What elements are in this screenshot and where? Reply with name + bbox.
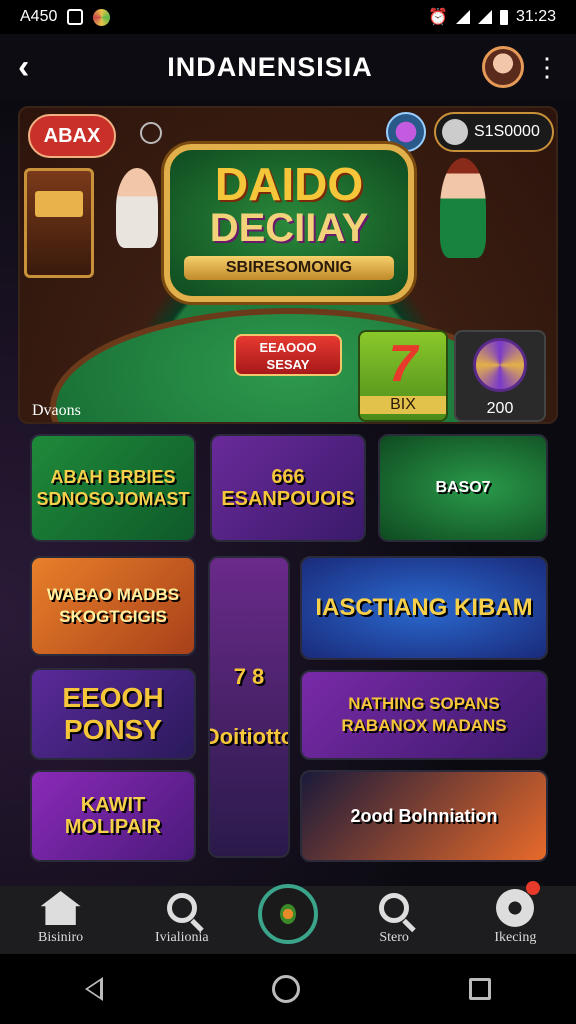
nav-item-search[interactable]: Ivialionia xyxy=(127,886,237,946)
lucky-seven-tile[interactable]: 7 BIX xyxy=(358,330,448,422)
nav-label: Bisiniro xyxy=(38,930,84,945)
user-icon xyxy=(442,119,468,145)
battery-icon xyxy=(499,9,508,25)
status-time: 31:23 xyxy=(515,8,556,25)
notification-icon xyxy=(67,9,84,25)
center-action-icon xyxy=(280,904,296,924)
game-card-title: IASCTIANG KIBAM xyxy=(315,594,533,621)
nav-label: Ikecing xyxy=(494,930,537,945)
nav-item-settings[interactable]: Ikecing xyxy=(460,881,570,946)
tile-label: 200 xyxy=(486,400,514,417)
roulette-wheel-icon xyxy=(473,338,527,392)
status-bar: A450 ⏰ 31:23 xyxy=(0,0,576,34)
game-card[interactable]: BASO7 xyxy=(378,434,548,542)
search-icon xyxy=(166,893,197,923)
game-card[interactable]: 7 8 Doitiotto xyxy=(208,556,290,858)
recents-icon[interactable] xyxy=(469,978,492,1000)
gear-icon xyxy=(496,881,541,927)
game-card-title: 2ood Bolnniation xyxy=(350,806,498,826)
logo-line-1: DAIDO xyxy=(214,158,364,210)
logo-line-2: DECIIAY xyxy=(209,206,369,250)
game-card[interactable]: 2ood Bolnniation xyxy=(300,770,548,862)
play-button-label: EEAOOO xyxy=(259,340,317,355)
balance-pill[interactable]: S1S0000 xyxy=(434,112,554,152)
game-card[interactable]: IASCTIANG KIBAM xyxy=(300,556,548,660)
game-card[interactable]: EEOOH PONSY xyxy=(30,668,196,760)
game-card-title: BASO7 xyxy=(435,479,491,496)
play-button-sublabel: SESAY xyxy=(266,357,310,372)
balance-value: S1S0000 xyxy=(474,123,540,140)
center-action-button[interactable] xyxy=(258,884,318,944)
dealer-image xyxy=(440,158,486,258)
app-screen: A450 ⏰ 31:23 ‹ INDANENSISIA ⋮ ABAX S1S00… xyxy=(0,0,576,1024)
game-card[interactable]: WABAO MADBS SKOGTGIGIS xyxy=(30,556,196,656)
seven-icon: 7 xyxy=(388,335,418,393)
search-icon xyxy=(379,893,410,923)
nav-item-home[interactable]: Bisiniro xyxy=(6,886,116,946)
back-arrow-icon[interactable]: ‹ xyxy=(18,50,58,84)
avatar[interactable] xyxy=(482,46,524,88)
game-logo: DAIDO DECIIAY SBIRESOMONIG xyxy=(164,144,414,302)
tile-label: BIX xyxy=(360,396,446,414)
wifi-icon xyxy=(455,10,470,24)
home-circle-icon[interactable] xyxy=(271,975,300,1003)
roulette-tile[interactable]: 200 xyxy=(454,330,546,422)
nav-item-store[interactable]: Stero xyxy=(339,886,449,946)
slot-machine-image xyxy=(24,168,94,278)
home-icon xyxy=(40,891,81,925)
game-card[interactable]: KAWIT MOLIPAIR xyxy=(30,770,196,862)
app-bar: ‹ INDANENSISIA ⋮ xyxy=(0,34,576,100)
game-card-title: 7 8 Doitiotto xyxy=(208,664,290,749)
game-card[interactable]: 666 ESANPOUOIS xyxy=(210,434,366,542)
clock-icon xyxy=(140,122,162,144)
play-button[interactable]: EEAOOO SESAY xyxy=(234,334,342,376)
nav-label: Stero xyxy=(379,930,409,945)
hero-banner[interactable]: ABAX S1S0000 DAIDO DECIIAY SBIRESOMONIG … xyxy=(18,106,558,424)
game-grid: ABAH BRBIES SDNOSOJOMAST 666 ESANPOUOIS … xyxy=(18,426,558,886)
game-card-title: 666 ESANPOUOIS xyxy=(221,466,355,510)
status-text: A450 xyxy=(20,8,58,25)
game-card-title: WABAO MADBS SKOGTGIGIS xyxy=(46,585,180,626)
game-card-title: ABAH BRBIES SDNOSOJOMAST xyxy=(36,467,190,509)
game-card[interactable]: ABAH BRBIES SDNOSOJOMAST xyxy=(30,434,196,542)
game-card-title: NATHING SOPANS RABANOX MADANS xyxy=(341,694,507,735)
nav-label: Ivialionia xyxy=(154,930,209,945)
logo-subtitle: SBIRESOMONIG xyxy=(184,256,394,280)
app-notification-icon xyxy=(93,8,111,26)
page-title: INDANENSISIA xyxy=(167,51,373,82)
more-options-icon[interactable]: ⋮ xyxy=(534,52,560,83)
section-label: Dvaons xyxy=(32,402,81,419)
game-card[interactable]: NATHING SOPANS RABANOX MADANS xyxy=(300,670,548,760)
dealer-image xyxy=(116,168,158,248)
game-card-title: KAWIT MOLIPAIR xyxy=(64,794,162,838)
back-icon[interactable] xyxy=(84,977,103,1001)
system-navigation-bar xyxy=(0,954,576,1024)
signal-icon xyxy=(477,10,492,24)
hero-badge[interactable]: ABAX xyxy=(28,114,116,158)
game-card-title: EEOOH PONSY xyxy=(62,682,164,745)
alarm-icon: ⏰ xyxy=(428,9,448,26)
